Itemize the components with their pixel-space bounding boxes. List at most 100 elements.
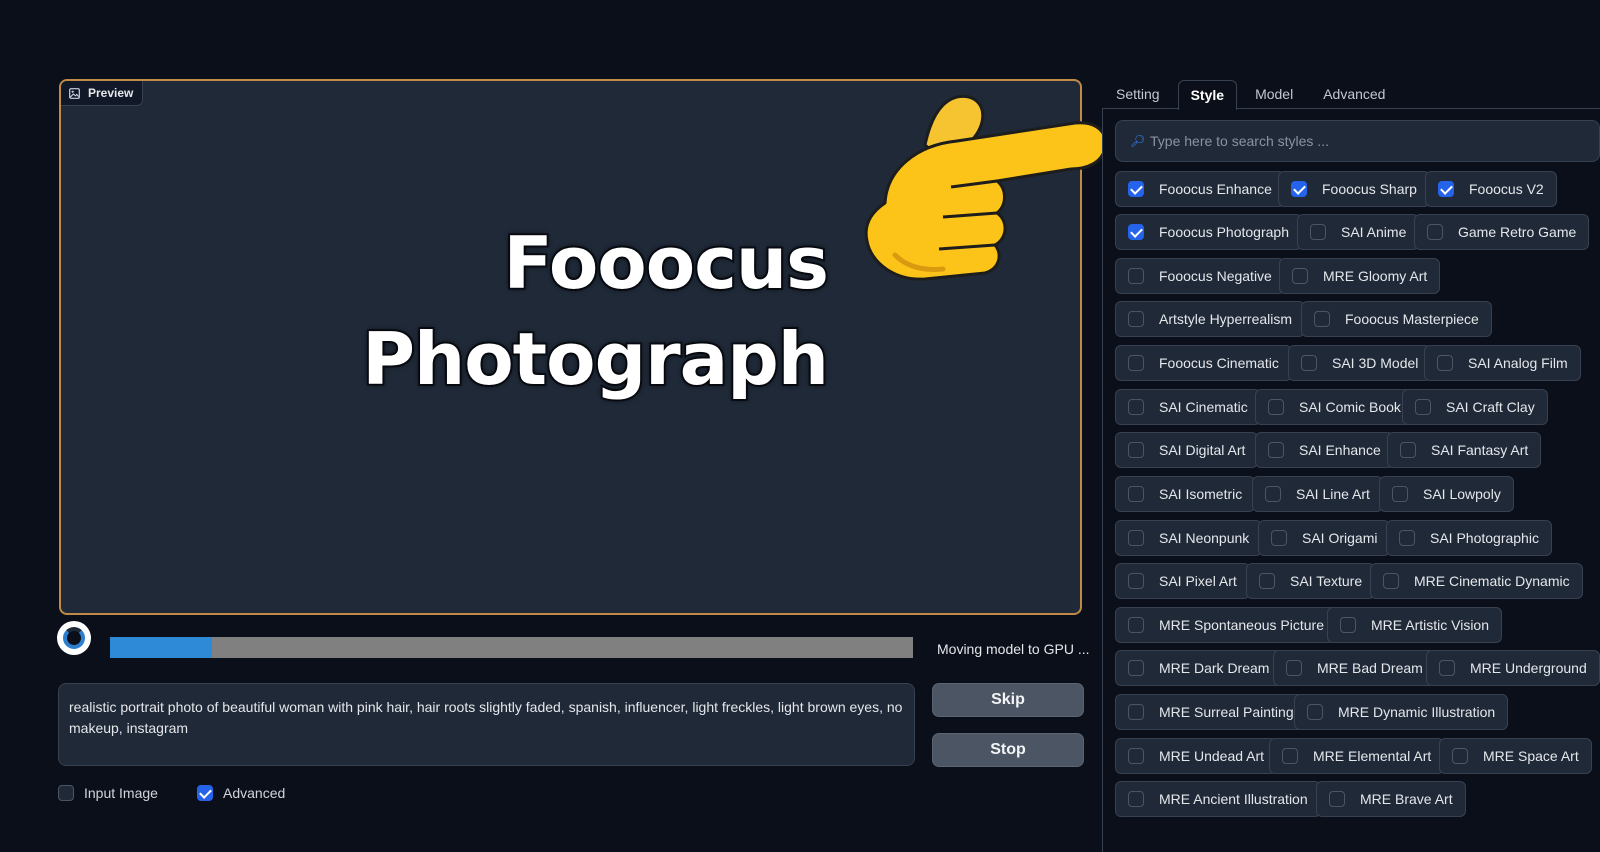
style-checkbox[interactable] bbox=[1128, 442, 1144, 458]
style-label: SAI Isometric bbox=[1159, 486, 1243, 502]
style-label: MRE Underground bbox=[1470, 660, 1587, 676]
tab-style[interactable]: Style bbox=[1177, 80, 1238, 110]
stop-button[interactable]: Stop bbox=[932, 733, 1084, 767]
style-checkbox[interactable] bbox=[1128, 486, 1144, 502]
style-option[interactable]: SAI Anime bbox=[1297, 214, 1420, 250]
style-checkbox[interactable] bbox=[1128, 268, 1144, 284]
style-option[interactable]: MRE Bad Dream bbox=[1273, 650, 1436, 686]
style-checkbox[interactable] bbox=[1329, 791, 1345, 807]
style-option[interactable]: Game Retro Game bbox=[1414, 214, 1590, 250]
style-option[interactable]: SAI Origami bbox=[1258, 520, 1391, 556]
style-checkbox[interactable] bbox=[1128, 704, 1144, 720]
style-option[interactable]: SAI Comic Book bbox=[1255, 389, 1414, 425]
style-checkbox[interactable] bbox=[1128, 791, 1144, 807]
style-checkbox[interactable] bbox=[1427, 224, 1443, 240]
style-label: SAI Enhance bbox=[1299, 442, 1381, 458]
style-option[interactable]: Fooocus Enhance bbox=[1115, 171, 1285, 207]
style-option[interactable]: Fooocus Negative bbox=[1115, 258, 1285, 294]
style-checkbox[interactable] bbox=[1128, 311, 1144, 327]
style-checkbox[interactable] bbox=[1399, 530, 1415, 546]
style-label: SAI Line Art bbox=[1296, 486, 1370, 502]
style-checkbox[interactable] bbox=[1438, 181, 1454, 197]
style-checkbox[interactable] bbox=[1128, 660, 1144, 676]
style-checkbox[interactable] bbox=[1128, 355, 1144, 371]
tab-model[interactable]: Model bbox=[1243, 80, 1305, 108]
style-checkbox[interactable] bbox=[1282, 748, 1298, 764]
style-option[interactable]: MRE Gloomy Art bbox=[1279, 258, 1441, 294]
style-option[interactable]: MRE Brave Art bbox=[1316, 781, 1466, 817]
advanced-option[interactable]: Advanced bbox=[197, 785, 285, 801]
style-checkbox[interactable] bbox=[1307, 704, 1323, 720]
style-option[interactable]: Artstyle Hyperrealism bbox=[1115, 301, 1306, 337]
input-image-option[interactable]: Input Image bbox=[58, 785, 158, 801]
style-option[interactable]: MRE Spontaneous Picture bbox=[1115, 607, 1337, 643]
style-checkbox[interactable] bbox=[1415, 399, 1431, 415]
style-checkbox[interactable] bbox=[1128, 181, 1144, 197]
style-option[interactable]: SAI Analog Film bbox=[1424, 345, 1581, 381]
tab-divider bbox=[1102, 108, 1600, 109]
style-checkbox[interactable] bbox=[1271, 530, 1287, 546]
style-option[interactable]: SAI Fantasy Art bbox=[1387, 432, 1542, 468]
style-checkbox[interactable] bbox=[1314, 311, 1330, 327]
style-option[interactable]: SAI Texture bbox=[1246, 563, 1376, 599]
style-checkbox[interactable] bbox=[1286, 660, 1302, 676]
style-option[interactable]: SAI Cinematic bbox=[1115, 389, 1261, 425]
style-search-input[interactable]: 🔎︎ Type here to search styles ... bbox=[1115, 120, 1600, 162]
style-option[interactable]: SAI Photographic bbox=[1386, 520, 1552, 556]
style-option[interactable]: MRE Dark Dream bbox=[1115, 650, 1283, 686]
style-checkbox[interactable] bbox=[1128, 224, 1144, 240]
style-checkbox[interactable] bbox=[1268, 399, 1284, 415]
style-option[interactable]: SAI Digital Art bbox=[1115, 432, 1259, 468]
style-checkbox[interactable] bbox=[1268, 442, 1284, 458]
style-checkbox[interactable] bbox=[1128, 399, 1144, 415]
advanced-checkbox[interactable] bbox=[197, 785, 213, 801]
style-option[interactable]: Fooocus Sharp bbox=[1278, 171, 1430, 207]
style-option[interactable]: Fooocus Masterpiece bbox=[1301, 301, 1492, 337]
skip-button[interactable]: Skip bbox=[932, 683, 1084, 717]
style-checkbox[interactable] bbox=[1128, 530, 1144, 546]
style-checkbox[interactable] bbox=[1301, 355, 1317, 371]
prompt-input[interactable]: realistic portrait photo of beautiful wo… bbox=[58, 683, 915, 766]
style-checkbox[interactable] bbox=[1340, 617, 1356, 633]
style-checkbox[interactable] bbox=[1310, 224, 1326, 240]
style-option[interactable]: SAI Line Art bbox=[1252, 476, 1383, 512]
tab-setting[interactable]: Setting bbox=[1104, 80, 1172, 108]
style-option[interactable]: MRE Surreal Painting bbox=[1115, 694, 1307, 730]
style-checkbox[interactable] bbox=[1265, 486, 1281, 502]
style-checkbox[interactable] bbox=[1439, 660, 1455, 676]
style-label: SAI Cinematic bbox=[1159, 399, 1248, 415]
style-checkbox[interactable] bbox=[1128, 617, 1144, 633]
style-option[interactable]: SAI Isometric bbox=[1115, 476, 1256, 512]
style-option[interactable]: SAI Enhance bbox=[1255, 432, 1394, 468]
style-option[interactable]: MRE Elemental Art bbox=[1269, 738, 1445, 774]
style-option[interactable]: SAI 3D Model bbox=[1288, 345, 1432, 381]
style-checkbox[interactable] bbox=[1259, 573, 1275, 589]
style-checkbox[interactable] bbox=[1392, 486, 1408, 502]
style-option[interactable]: MRE Undead Art bbox=[1115, 738, 1278, 774]
style-option[interactable]: Fooocus Photograph bbox=[1115, 214, 1302, 250]
style-checkbox[interactable] bbox=[1292, 268, 1308, 284]
style-option[interactable]: SAI Pixel Art bbox=[1115, 563, 1250, 599]
style-checkbox[interactable] bbox=[1400, 442, 1416, 458]
style-checkbox[interactable] bbox=[1437, 355, 1453, 371]
input-image-checkbox[interactable] bbox=[58, 785, 74, 801]
style-checkbox[interactable] bbox=[1128, 573, 1144, 589]
style-option[interactable]: MRE Artistic Vision bbox=[1327, 607, 1502, 643]
style-label: MRE Space Art bbox=[1483, 748, 1579, 764]
style-option[interactable]: MRE Dynamic Illustration bbox=[1294, 694, 1509, 730]
style-checkbox[interactable] bbox=[1452, 748, 1468, 764]
style-option[interactable]: MRE Cinematic Dynamic bbox=[1370, 563, 1583, 599]
style-option[interactable]: SAI Craft Clay bbox=[1402, 389, 1548, 425]
style-checkbox[interactable] bbox=[1128, 748, 1144, 764]
style-label: MRE Spontaneous Picture bbox=[1159, 617, 1324, 633]
style-option[interactable]: MRE Space Art bbox=[1439, 738, 1592, 774]
style-option[interactable]: Fooocus Cinematic bbox=[1115, 345, 1292, 381]
style-checkbox[interactable] bbox=[1291, 181, 1307, 197]
style-checkbox[interactable] bbox=[1383, 573, 1399, 589]
style-option[interactable]: Fooocus V2 bbox=[1425, 171, 1557, 207]
style-option[interactable]: MRE Ancient Illustration bbox=[1115, 781, 1321, 817]
style-option[interactable]: SAI Lowpoly bbox=[1379, 476, 1514, 512]
style-option[interactable]: MRE Underground bbox=[1426, 650, 1600, 686]
style-option[interactable]: SAI Neonpunk bbox=[1115, 520, 1263, 556]
tab-advanced[interactable]: Advanced bbox=[1311, 80, 1397, 108]
